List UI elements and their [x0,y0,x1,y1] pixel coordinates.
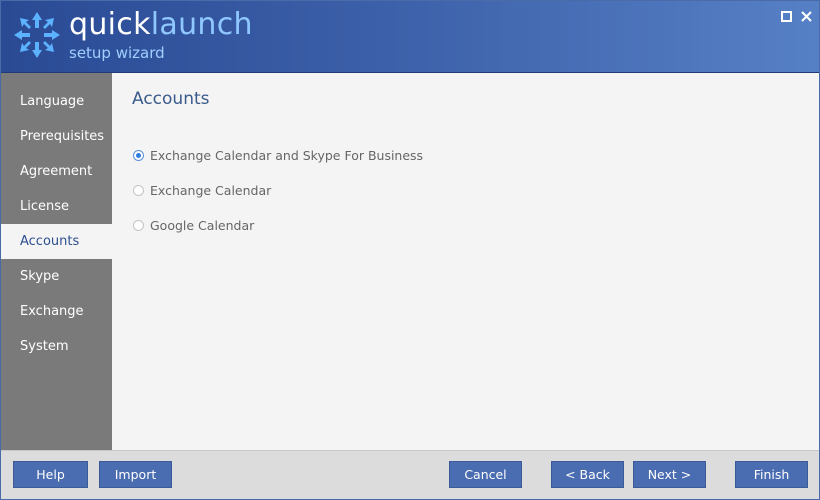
maximize-button[interactable] [779,9,793,23]
maximize-icon [780,10,792,22]
brand-title-quick: quick [69,7,151,42]
sidebar-item-license[interactable]: License [1,189,112,224]
option-google-calendar[interactable]: Google Calendar [133,215,254,235]
main-content: Accounts Exchange Calendar and Skype For… [112,73,819,450]
option-label: Google Calendar [150,217,255,233]
option-exchange-calendar[interactable]: Exchange Calendar [133,180,271,200]
finish-button[interactable]: Finish [735,461,808,488]
radio-selected-dot [136,152,141,158]
option-exchange-skype[interactable]: Exchange Calendar and Skype For Business [133,145,423,165]
next-button[interactable]: Next > [633,461,706,488]
sidebar-item-language[interactable]: Language [1,84,112,119]
sidebar-item-prerequisites[interactable]: Prerequisites [1,119,112,154]
window-controls [779,9,813,23]
header-banner: quicklaunch setup wizard [1,1,819,73]
sidebar-item-accounts[interactable]: Accounts [1,224,112,259]
sidebar-item-agreement[interactable]: Agreement [1,154,112,189]
radio-exchange-skype[interactable] [133,149,144,161]
brand-subtitle: setup wizard [69,44,165,62]
import-button[interactable]: Import [99,461,172,488]
sidebar-item-system[interactable]: System [1,329,112,364]
brand-title: quicklaunch [69,7,253,43]
option-label: Exchange Calendar and Skype For Business [150,147,424,163]
page-title: Accounts [132,89,210,109]
help-button[interactable]: Help [13,461,88,488]
radio-exchange-calendar[interactable] [133,184,144,196]
cancel-button[interactable]: Cancel [449,461,522,488]
close-button[interactable] [799,9,813,23]
option-label: Exchange Calendar [150,182,272,198]
brand-title-launch: launch [150,7,253,42]
close-icon [800,10,812,22]
back-button[interactable]: < Back [551,461,624,488]
sidebar-item-skype[interactable]: Skype [1,259,112,294]
radio-google-calendar[interactable] [133,219,144,231]
sidebar-item-exchange[interactable]: Exchange [1,294,112,329]
footer-bar: Help Import Cancel < Back Next > Finish [1,450,819,499]
arrows-burst-icon [14,12,60,58]
setup-wizard-window: quicklaunch setup wizard Language Prereq… [0,0,820,500]
sidebar-nav: Language Prerequisites Agreement License… [1,73,112,450]
